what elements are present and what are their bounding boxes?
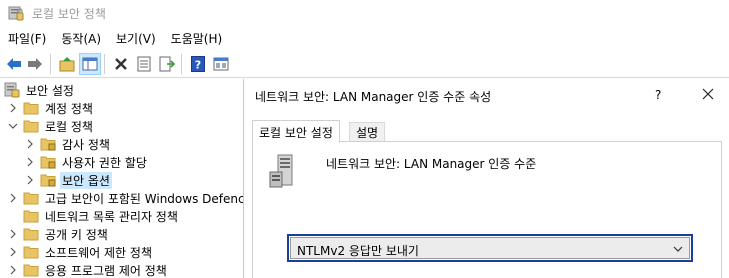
policy-name: 네트워크 보안: LAN Manager 인증 수준	[326, 157, 537, 171]
tree-item-security-options[interactable]: 보안 옵션	[24, 171, 112, 189]
locked-folder-icon	[40, 156, 56, 169]
tab-local-security-setting[interactable]: 로컬 보안 설정	[252, 120, 340, 143]
delete-button[interactable]	[110, 53, 132, 75]
tree-label: 소프트웨어 제한 정책	[45, 245, 152, 260]
export-list-button[interactable]	[156, 53, 178, 75]
title-bar: 로컬 보안 정책	[0, 0, 729, 26]
properties-dialog: 네트워크 보안: LAN Manager 인증 수준 속성 ? 로컬 보안 설정…	[243, 79, 729, 278]
folder-icon	[23, 264, 39, 277]
view-button[interactable]	[210, 53, 232, 75]
tree-label: 공개 키 정책	[45, 227, 108, 242]
chevron-down-icon	[673, 246, 683, 252]
authentication-level-select[interactable]: NTLMv2 응답만 보내기	[287, 234, 693, 262]
chevron-right-icon[interactable]	[7, 228, 19, 240]
tree-item-user-rights-assignment[interactable]: 사용자 권한 할당	[24, 153, 149, 171]
show-hide-tree-button[interactable]	[79, 53, 101, 75]
folder-icon	[23, 228, 39, 241]
tab-explain[interactable]: 설명	[349, 122, 386, 142]
delete-icon	[115, 58, 127, 70]
toolbar-separator	[104, 54, 105, 74]
show-hide-tree-icon	[82, 57, 98, 71]
menu-bar: 파일(F) 동작(A) 보기(V) 도움말(H)	[0, 28, 729, 48]
back-button[interactable]	[3, 53, 25, 75]
local-security-policy-icon	[8, 6, 24, 21]
forward-button[interactable]	[24, 53, 46, 75]
menu-view[interactable]: 보기(V)	[108, 28, 163, 48]
chevron-right-icon[interactable]	[7, 246, 19, 258]
tree-label: 보안 옵션	[60, 171, 112, 189]
dialog-title: 네트워크 보안: LAN Manager 인증 수준 속성	[255, 90, 492, 104]
folder-icon	[23, 102, 39, 115]
tree-label: 고급 보안이 포함된 Windows Defenc	[45, 191, 243, 206]
view-icon	[213, 57, 229, 71]
tree-item-network-list-manager-policy[interactable]: 네트워크 목록 관리자 정책	[23, 207, 180, 225]
tree-label: 사용자 권한 할당	[62, 155, 147, 170]
select-box: NTLMv2 응답만 보내기	[290, 237, 690, 259]
help-icon: ?	[191, 56, 205, 72]
tab-panel: 네트워크 보안: LAN Manager 인증 수준 NTLMv2 응답만 보내…	[252, 141, 722, 278]
select-value: NTLMv2 응답만 보내기	[297, 244, 419, 258]
chevron-right-icon[interactable]	[24, 174, 36, 186]
menu-help[interactable]: 도움말(H)	[163, 28, 230, 48]
tree-item-audit-policy[interactable]: 감사 정책	[24, 135, 112, 153]
locked-folder-icon	[40, 174, 56, 187]
forward-icon	[28, 58, 42, 70]
tree-label: 응용 프로그램 제어 정책	[45, 263, 167, 278]
svg-text:?: ?	[195, 59, 201, 72]
tab-strip: 로컬 보안 설정 설명	[252, 120, 729, 143]
toolbar: ?	[0, 50, 729, 78]
menu-file[interactable]: 파일(F)	[0, 28, 53, 48]
chevron-right-icon[interactable]	[7, 264, 19, 276]
export-list-icon	[159, 56, 175, 72]
tree-item-application-control-policy[interactable]: 응용 프로그램 제어 정책	[7, 261, 169, 278]
tree-item-software-restriction-policy[interactable]: 소프트웨어 제한 정책	[7, 243, 154, 261]
locked-folder-icon	[40, 138, 56, 151]
chevron-right-icon[interactable]	[24, 138, 36, 150]
chevron-down-icon[interactable]	[7, 120, 19, 132]
up-folder-button[interactable]	[56, 53, 78, 75]
help-button[interactable]: ?	[655, 88, 661, 102]
back-icon	[7, 58, 21, 70]
chevron-right-icon[interactable]	[7, 102, 19, 114]
server-icon	[269, 154, 293, 188]
chevron-right-icon[interactable]	[7, 192, 19, 204]
help-button[interactable]: ?	[187, 53, 209, 75]
up-folder-icon	[59, 57, 75, 72]
tree-item-windows-defender-firewall[interactable]: 고급 보안이 포함된 Windows Defenc	[7, 189, 243, 207]
tree-label: 로컬 정책	[45, 119, 93, 134]
tree-root-security-settings[interactable]: 보안 설정	[4, 81, 76, 99]
chevron-right-icon[interactable]	[24, 156, 36, 168]
toolbar-separator	[181, 54, 182, 74]
tree-item-public-key-policy[interactable]: 공개 키 정책	[7, 225, 110, 243]
folder-icon	[23, 192, 39, 205]
tree-item-account-policy[interactable]: 계정 정책	[7, 99, 95, 117]
menu-action[interactable]: 동작(A)	[53, 28, 108, 48]
properties-button[interactable]	[133, 53, 155, 75]
close-icon[interactable]	[698, 84, 718, 104]
tree-label: 계정 정책	[45, 101, 93, 116]
tree-label: 네트워크 목록 관리자 정책	[45, 209, 178, 224]
tree-item-local-policy[interactable]: 로컬 정책	[7, 117, 95, 135]
folder-icon	[23, 210, 39, 223]
tree-label: 감사 정책	[62, 137, 110, 152]
tree-panel: 보안 설정 계정 정책 로컬 정책 감사 정책 사용자 권한 할당 보안 옵션 …	[0, 79, 243, 278]
window-title: 로컬 보안 정책	[32, 7, 106, 21]
toolbar-separator	[50, 54, 51, 74]
folder-icon	[23, 246, 39, 259]
properties-icon	[137, 56, 151, 72]
security-settings-icon	[4, 82, 20, 98]
folder-icon	[23, 120, 39, 133]
tree-label: 보안 설정	[26, 83, 74, 98]
